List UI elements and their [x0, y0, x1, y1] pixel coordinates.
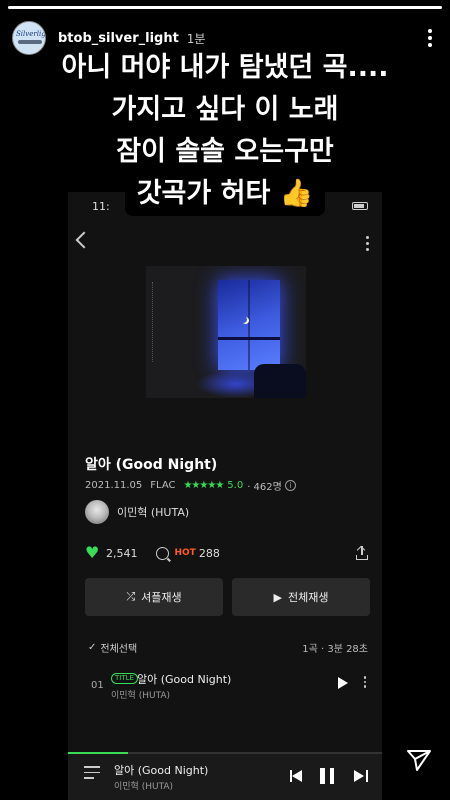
stats-row: ♥ 2,541 HOT 288 [85, 544, 368, 562]
comment-count: 288 [198, 546, 220, 560]
album-window-graphic [218, 280, 280, 370]
story-progress-fill [8, 6, 442, 9]
audio-format: FLAC [150, 480, 176, 491]
avatar-logo-text: Silverlight [16, 30, 46, 38]
avatar-plane-graphic [18, 40, 42, 44]
prev-icon[interactable] [290, 770, 304, 782]
song-meta: 2021.11.05 FLAC ★★★★★ 5.0 · 462명 i [85, 478, 296, 493]
caption-line-3: 잠이 솔솔 오는구만 [104, 130, 346, 174]
caption-line-1: 아니 머야 내가 탐냈던 곡.... [49, 46, 401, 90]
info-icon[interactable]: i [284, 480, 296, 491]
release-date: 2021.11.05 [85, 480, 143, 491]
shuffle-play-label: 셔플재생 [141, 591, 182, 604]
story-caption: 아니 머야 내가 탐냈던 곡.... 가지고 싶다 이 노래 잠이 솔솔 오는구… [0, 46, 450, 216]
comment-icon[interactable] [155, 546, 169, 560]
track-number: 01 [91, 680, 104, 691]
list-icon[interactable] [84, 766, 100, 779]
mini-player[interactable]: 알아 (Good Night) 이민혁 (HUTA) [68, 754, 382, 800]
artist-name: 이민혁 (HUTA) [117, 506, 190, 519]
play-all-button[interactable]: ▶ 전체재생 [232, 578, 370, 616]
send-icon[interactable] [406, 748, 432, 772]
next-icon[interactable] [354, 770, 368, 782]
more-vert-icon[interactable] [420, 26, 440, 50]
shuffle-play-button[interactable]: ⤮ 셔플재생 [85, 578, 223, 616]
select-all-label: 전체선택 [100, 644, 138, 655]
rating-value: 5.0 [227, 480, 244, 491]
track-title: 알아 (Good Night) [137, 673, 232, 686]
shared-screenshot: 11: 알아 (Good Night) 2021.11.05 FLAC ★★★★… [68, 192, 382, 800]
check-icon: ✓ [88, 642, 97, 653]
mini-player-artist: 이민혁 (HUTA) [114, 782, 174, 792]
mini-player-title: 알아 (Good Night) [114, 764, 209, 777]
heart-icon[interactable]: ♥ [85, 545, 101, 561]
hot-badge: HOT [174, 548, 196, 558]
title-badge: TITLE [111, 673, 138, 684]
album-side-text [152, 282, 160, 362]
more-vert-icon[interactable] [364, 236, 370, 251]
select-all-toggle[interactable]: ✓ 전체선택 [88, 640, 137, 655]
rating-stars[interactable]: ★★★★★ [183, 480, 224, 491]
timestamp: 1분 [186, 31, 206, 46]
track-more-icon[interactable] [363, 676, 366, 688]
back-chevron-icon[interactable] [75, 231, 93, 249]
like-count: 2,541 [106, 546, 138, 560]
track-play-icon[interactable] [338, 677, 348, 689]
share-icon[interactable] [356, 545, 368, 560]
play-all-label: 전체재생 [287, 591, 329, 604]
artist-avatar [85, 500, 109, 524]
caption-line-2: 가지고 싶다 이 노래 [99, 88, 351, 132]
play-icon: ▶ [273, 590, 282, 604]
caption-line-4: 갓곡가 허타 👍 [124, 172, 326, 216]
review-count: · 462명 [247, 482, 282, 493]
song-title: 알아 (Good Night) [85, 457, 218, 473]
track-artist: 이민혁 (HUTA) [111, 691, 171, 701]
story-progress-bar [8, 6, 442, 9]
pause-icon[interactable] [320, 768, 334, 784]
artist-row[interactable]: 이민혁 (HUTA) [85, 500, 189, 524]
username[interactable]: btob_silver_light [58, 31, 179, 46]
album-art [146, 266, 306, 398]
track-row[interactable]: 01 TITLE 알아 (Good Night) 이민혁 (HUTA) [85, 668, 370, 704]
album-sofa-graphic [254, 364, 306, 398]
shuffle-icon: ⤮ [126, 590, 136, 603]
track-summary: 1곡 · 3분 28초 [302, 644, 368, 655]
moon-icon [240, 316, 247, 323]
